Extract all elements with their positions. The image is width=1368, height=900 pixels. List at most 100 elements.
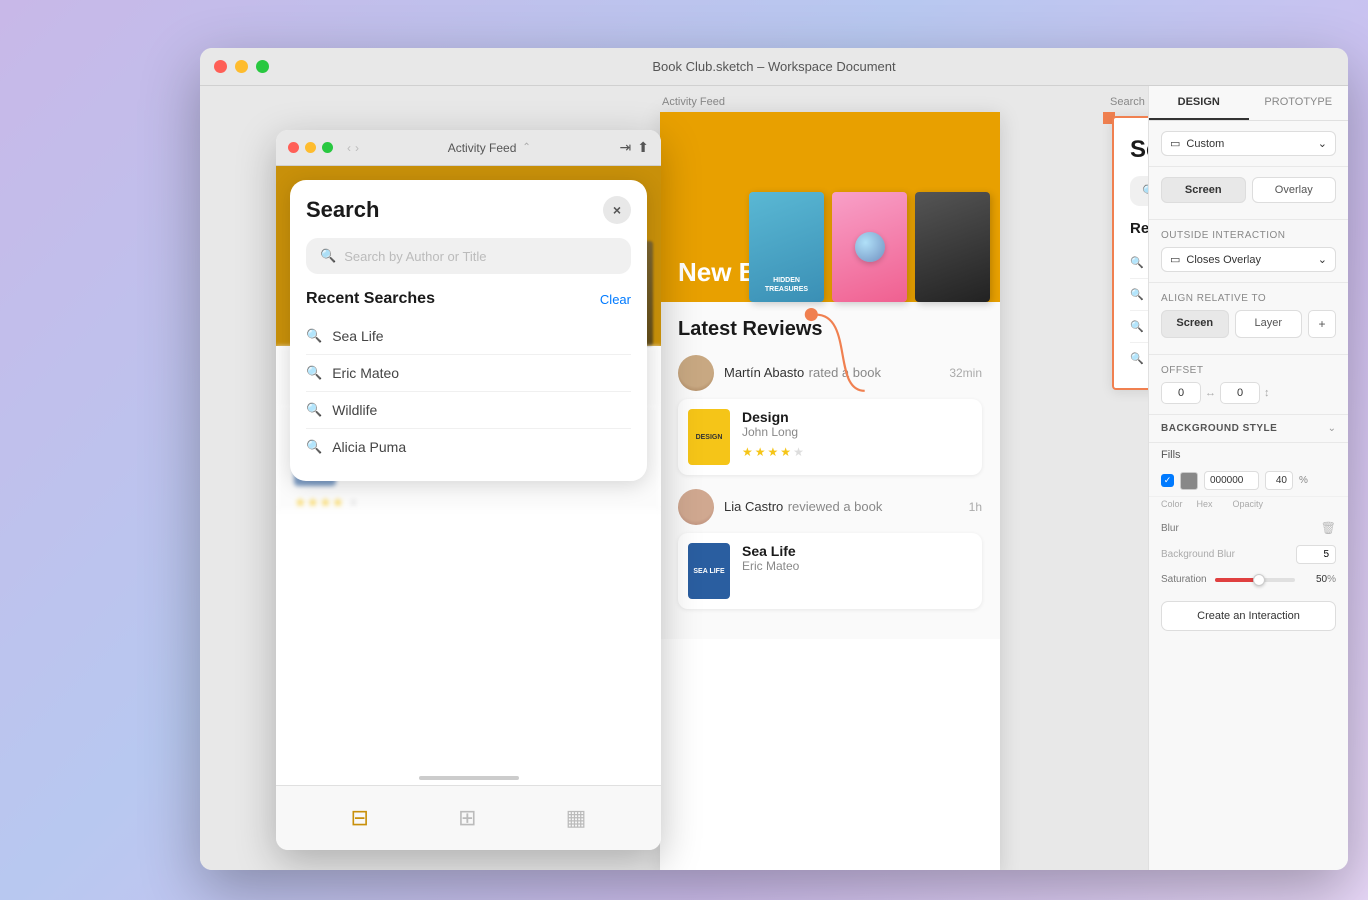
rp-offset-x-input[interactable] bbox=[1161, 382, 1201, 404]
som-item-0[interactable]: 🔍 Sea Life bbox=[306, 318, 631, 355]
tab-prototype[interactable]: PROTOTYPE bbox=[1249, 86, 1349, 120]
reviewer-text-0: Martín Abasto rated a book bbox=[724, 364, 881, 382]
rp-blur-delete-icon[interactable]: 🗑 bbox=[1321, 521, 1336, 535]
search-overlay-modal: Search × 🔍 Search by Author or Title Rec… bbox=[290, 180, 647, 481]
rp-bg-style-header[interactable]: BACKGROUND STYLE ⌄ bbox=[1149, 415, 1348, 443]
star-5: ★ bbox=[793, 445, 804, 459]
sp-back-arrow[interactable]: ‹ bbox=[347, 141, 351, 155]
rp-saturation-slider[interactable] bbox=[1215, 578, 1296, 582]
som-item-1[interactable]: 🔍 Eric Mateo bbox=[306, 355, 631, 392]
scroll-indicator bbox=[419, 776, 519, 780]
overlay-item-icon-1: 🔍 bbox=[1130, 288, 1144, 301]
sp-share-icon[interactable]: ⬆ bbox=[637, 139, 649, 156]
rp-custom-dropdown[interactable]: ▭ Custom ⌄ bbox=[1161, 131, 1336, 156]
rp-add-align-btn[interactable]: + bbox=[1308, 310, 1336, 338]
overlay-item-0[interactable]: 🔍 Sea Life bbox=[1130, 247, 1148, 279]
reviewer-action-0: rated a book bbox=[809, 365, 881, 380]
overlay-item-icon-0: 🔍 bbox=[1130, 256, 1144, 269]
rp-align-label: Align relative to bbox=[1161, 293, 1336, 304]
rp-bg-blur-row: Background Blur bbox=[1149, 541, 1348, 570]
som-item-3[interactable]: 🔍 Alicia Puma bbox=[306, 429, 631, 465]
book-card-label-sealife: SEA LIFE bbox=[693, 568, 724, 575]
candy-ball bbox=[855, 232, 885, 262]
small-phone-header-bar: ‹ › Activity Feed ⌃ ⇥ ⬆ bbox=[276, 130, 661, 166]
review-time-1: 1h bbox=[969, 500, 982, 514]
tab-icon-books[interactable]: ⊟ bbox=[351, 805, 369, 831]
rp-fills-row: Fills bbox=[1149, 443, 1348, 465]
phone-footer-tabs: ⊟ ⊞ ▦ bbox=[276, 785, 661, 850]
sp-min-btn[interactable] bbox=[305, 142, 316, 153]
rp-outside-interaction-section: Outside Interaction ▭ Closes Overlay ⌄ bbox=[1149, 220, 1348, 283]
rp-fill-swatch[interactable] bbox=[1180, 472, 1198, 490]
rp-offset-y-input[interactable] bbox=[1220, 382, 1260, 404]
rp-screen-icon: ▭ bbox=[1170, 137, 1180, 150]
rp-fill-opacity-input[interactable] bbox=[1265, 471, 1293, 490]
som-item-2[interactable]: 🔍 Wildlife bbox=[306, 392, 631, 429]
book-card-author-sealife: Eric Mateo bbox=[742, 559, 972, 573]
overlay-phone: Search 🔍 Search by Author o Recent Searc… bbox=[1112, 116, 1148, 390]
overlay-item-2[interactable]: 🔍 Wildlife bbox=[1130, 311, 1148, 343]
som-item-text-3: Alicia Puma bbox=[332, 439, 406, 455]
rp-fill-pct: % bbox=[1299, 475, 1308, 486]
rp-overlay-btn[interactable]: Overlay bbox=[1252, 177, 1337, 203]
minimize-button[interactable] bbox=[235, 60, 248, 73]
rp-closes-overlay-text: Closes Overlay bbox=[1186, 254, 1261, 266]
sp-nav-chevron-icon: ⌃ bbox=[522, 142, 530, 153]
star-3: ★ bbox=[768, 445, 779, 459]
rp-overlay-icon: ▭ bbox=[1170, 253, 1180, 266]
overlay-search-header: Search 🔍 Search by Author o bbox=[1114, 118, 1148, 220]
book-card-cover-design: DESIGN bbox=[688, 409, 730, 465]
create-interaction-btn[interactable]: Create an Interaction bbox=[1161, 601, 1336, 631]
sp-fwd-arrow[interactable]: › bbox=[355, 141, 359, 155]
tab-design[interactable]: DESIGN bbox=[1149, 86, 1249, 120]
book-card-label-design: DESIGN bbox=[696, 434, 723, 441]
tab-icon-library[interactable]: ⊞ bbox=[458, 805, 476, 831]
sp-nav-right: ⇥ ⬆ bbox=[620, 139, 649, 156]
som-search-input[interactable]: 🔍 Search by Author or Title bbox=[306, 238, 631, 274]
rp-blur-label: Blur bbox=[1161, 523, 1179, 534]
overlay-search-input-box[interactable]: 🔍 Search by Author o bbox=[1130, 176, 1148, 206]
sp-forward-icon[interactable]: ⇥ bbox=[620, 139, 632, 156]
review-meta-1: Lia Castro reviewed a book 1h bbox=[678, 489, 982, 525]
sp-close-btn[interactable] bbox=[288, 142, 299, 153]
rp-saturation-thumb bbox=[1253, 574, 1265, 586]
canvas-area: ‹ › Activity Feed ⌃ ⇥ ⬆ bbox=[200, 86, 1148, 870]
close-button[interactable] bbox=[214, 60, 227, 73]
overlay-item-1[interactable]: 🔍 Eric Mateo bbox=[1130, 279, 1148, 311]
rp-custom-label-row: ▭ Custom bbox=[1170, 137, 1224, 150]
som-placeholder: Search by Author or Title bbox=[344, 249, 486, 264]
maximize-button[interactable] bbox=[256, 60, 269, 73]
rp-bg-blur-label: Background Blur bbox=[1161, 549, 1235, 560]
rp-offset-v-icon: ↕ bbox=[1264, 387, 1270, 399]
rp-closes-overlay-dropdown[interactable]: ▭ Closes Overlay ⌄ bbox=[1161, 247, 1336, 272]
reviewer-action-1: reviewed a book bbox=[788, 499, 883, 514]
som-clear-btn[interactable]: Clear bbox=[600, 292, 631, 307]
rp-opacity-label: Opacity bbox=[1233, 499, 1264, 509]
rp-offset-section: Offset ↔ ↕ bbox=[1149, 355, 1348, 415]
review-time-0: 32min bbox=[949, 366, 982, 380]
rp-align-row: Screen Layer + bbox=[1161, 310, 1336, 338]
rp-offset-h-icon: ↔ bbox=[1205, 387, 1216, 399]
books-row: HIDDENTREASURES bbox=[749, 192, 1000, 302]
right-panel: DESIGN PROTOTYPE ▭ Custom ⌄ Screen Overl… bbox=[1148, 86, 1348, 870]
rp-fill-checkbox[interactable]: ✓ bbox=[1161, 474, 1174, 487]
book-hidden-treasures: HIDDENTREASURES bbox=[749, 192, 824, 302]
sp-max-btn[interactable] bbox=[322, 142, 333, 153]
rp-align-layer-btn[interactable]: Layer bbox=[1235, 310, 1303, 338]
rp-align-section: Align relative to Screen Layer + bbox=[1149, 283, 1348, 355]
rp-fill-hex-input[interactable] bbox=[1204, 471, 1259, 490]
som-item-text-0: Sea Life bbox=[332, 328, 383, 344]
book-card-author-design: John Long bbox=[742, 425, 972, 439]
reviewer-avatar-martin bbox=[678, 355, 714, 391]
som-close-btn[interactable]: × bbox=[603, 196, 631, 224]
star-4: ★ bbox=[780, 445, 791, 459]
som-item-search-icon-3: 🔍 bbox=[306, 439, 322, 455]
rp-screen-overlay-section: Screen Overlay bbox=[1149, 167, 1348, 220]
rp-screen-btn[interactable]: Screen bbox=[1161, 177, 1246, 203]
rp-align-screen-btn[interactable]: Screen bbox=[1161, 310, 1229, 338]
overlay-item-3[interactable]: 🔍 Alicia Puma bbox=[1130, 343, 1148, 374]
star-1: ★ bbox=[742, 445, 753, 459]
rp-blur-value-input[interactable] bbox=[1296, 545, 1336, 564]
book-card-info-sealife: Sea Life Eric Mateo bbox=[742, 543, 972, 599]
tab-icon-stats[interactable]: ▦ bbox=[566, 805, 587, 831]
